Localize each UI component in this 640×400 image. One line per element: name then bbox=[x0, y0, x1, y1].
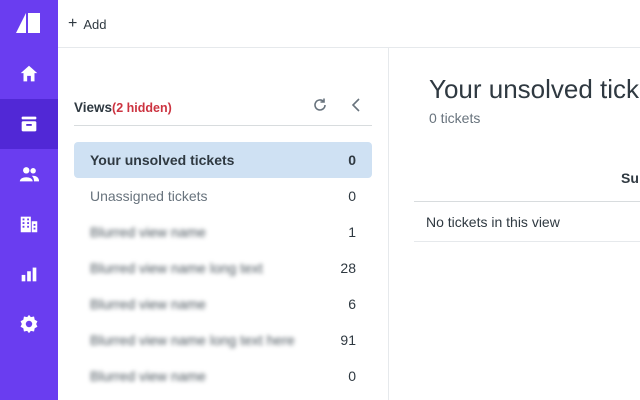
view-item-count: 6 bbox=[348, 296, 356, 312]
view-item[interactable]: Your unsolved tickets 0 bbox=[74, 142, 372, 178]
top-bar: + Add bbox=[58, 0, 640, 48]
view-item-count: 0 bbox=[348, 152, 356, 168]
view-item-label: Blurred view name long text here bbox=[90, 332, 295, 348]
empty-state-row: No tickets in this view bbox=[414, 202, 640, 242]
view-item-count: 28 bbox=[340, 260, 356, 276]
views-panel: Views(2 hidden) Your unsolved tickets 0 Un… bbox=[58, 48, 389, 400]
left-nav-rail bbox=[0, 0, 58, 400]
add-button-label: Add bbox=[83, 16, 107, 32]
nav-customers[interactable] bbox=[0, 149, 58, 199]
nav-views[interactable] bbox=[0, 99, 58, 149]
nav-home[interactable] bbox=[0, 49, 58, 99]
add-button[interactable]: + Add bbox=[68, 14, 106, 34]
view-item-label: Your unsolved tickets bbox=[90, 152, 235, 168]
table-header bbox=[414, 158, 640, 202]
view-item[interactable]: Blurred view name 1 bbox=[74, 214, 372, 250]
nav-reporting[interactable] bbox=[0, 249, 58, 299]
view-item[interactable]: Blurred view name long text here 91 bbox=[74, 322, 372, 358]
view-item-count: 0 bbox=[348, 368, 356, 384]
nav-admin[interactable] bbox=[0, 299, 58, 349]
view-item-count: 91 bbox=[340, 332, 356, 348]
view-item[interactable]: Blurred view name long text 28 bbox=[74, 250, 372, 286]
organizations-icon bbox=[20, 216, 38, 233]
logo-icon[interactable] bbox=[14, 11, 42, 35]
main-content: Your unsolved tickets 0 tickets Su No ti… bbox=[390, 48, 640, 400]
view-item-label: Blurred view name bbox=[90, 224, 206, 240]
gear-icon bbox=[20, 314, 38, 334]
ticket-count: 0 tickets bbox=[429, 110, 481, 126]
reports-icon bbox=[21, 267, 37, 282]
views-header-divider bbox=[74, 96, 372, 126]
view-item-count: 0 bbox=[348, 188, 356, 204]
view-item-label: Unassigned tickets bbox=[90, 188, 208, 204]
column-header-subject[interactable]: Su bbox=[621, 170, 639, 186]
home-icon bbox=[20, 65, 38, 82]
view-item[interactable]: Unassigned tickets 0 bbox=[74, 178, 372, 214]
users-icon bbox=[19, 167, 40, 182]
view-item[interactable]: Blurred view name 0 bbox=[74, 358, 372, 394]
view-item-label: Blurred view name bbox=[90, 296, 206, 312]
view-item-label: Blurred view name bbox=[90, 368, 206, 384]
view-item-count: 1 bbox=[348, 224, 356, 240]
empty-message: No tickets in this view bbox=[426, 213, 560, 230]
view-item[interactable]: Blurred view name 6 bbox=[74, 286, 372, 322]
view-item-label: Blurred view name long text bbox=[90, 260, 263, 276]
page-title: Your unsolved tickets bbox=[429, 74, 640, 104]
nav-organizations[interactable] bbox=[0, 199, 58, 249]
inbox-icon bbox=[21, 116, 37, 132]
plus-icon: + bbox=[68, 15, 78, 32]
